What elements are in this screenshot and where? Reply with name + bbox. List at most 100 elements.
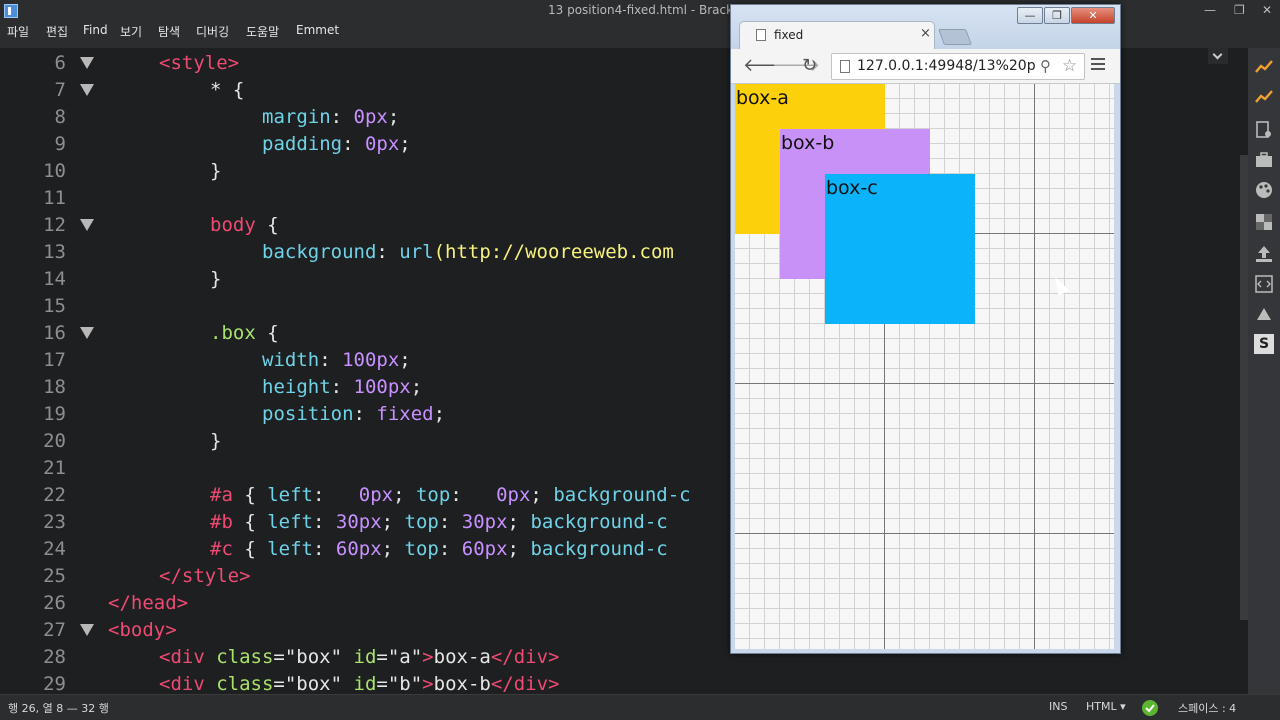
semicolon: ; [387,106,400,128]
css-selector: body [210,214,256,236]
briefcase-icon[interactable] [1254,150,1274,170]
check-circle-icon[interactable] [1142,700,1158,716]
menu-view[interactable]: 보기 [120,23,142,40]
css-property: padding [262,133,343,155]
address-url[interactable]: 127.0.0.1:49948/13%20p [857,58,1037,74]
palette-icon[interactable] [1254,180,1274,200]
equals: = [273,673,285,694]
line-number: 29 [43,673,66,694]
browser-close-button[interactable]: ✕ [1071,7,1115,24]
extension-manager-icon[interactable] [1254,120,1274,140]
tab-close-icon[interactable]: × [920,26,931,41]
css-id-selector: #a [210,484,233,506]
colon: : [438,538,462,560]
tab-title: fixed [774,28,804,42]
zoom-icon[interactable]: ⚲ [1040,57,1051,75]
css-id-selector: #b [210,511,233,533]
code-file-icon[interactable] [1254,274,1274,294]
s-extension-icon[interactable]: S [1254,334,1274,354]
line-number: 26 [43,592,66,614]
attribute-value: "a" [387,646,423,668]
checker-icon[interactable] [1254,212,1274,232]
fold-arrow-icon[interactable] [80,57,94,69]
css-property: background [262,241,377,263]
css-value: 30px [335,511,382,533]
hamburger-menu-icon[interactable] [1091,58,1105,72]
cursor-position: 행 26, 열 8 — 32 행 [8,702,109,715]
equals: = [376,646,388,668]
css-property: width [262,349,320,371]
open-brace: { [221,79,245,101]
browser-maximize-button[interactable]: ❐ [1044,7,1070,24]
equals: = [376,673,388,694]
close-button[interactable]: ✕ [1262,3,1272,17]
browser-tab[interactable]: fixed × [739,21,935,49]
menu-edit[interactable]: 편집 [46,23,68,40]
semicolon: ; [507,511,519,533]
css-property: top [415,484,451,506]
editor-scrollbar[interactable] [1240,155,1248,620]
menu-navigate[interactable]: 탐색 [158,23,180,40]
semicolon: ; [381,511,394,533]
css-property: height [262,376,331,398]
colon: : [450,484,474,506]
style-close-tag: </style> [159,565,251,587]
line-number: 22 [43,484,66,506]
colon: : [312,538,336,560]
page-viewport[interactable]: box-a box-b box-c [735,84,1114,649]
close-brace: } [210,268,222,290]
fold-arrow-icon[interactable] [80,219,94,231]
menu-file[interactable]: 파일 [7,23,29,40]
reload-icon[interactable]: ↻ [802,55,817,76]
css-value: 0px [335,484,394,506]
line-number: 16 [43,322,66,344]
box-c: box-c [825,174,975,324]
css-value: 100px [353,376,411,398]
line-number: 6 [54,52,66,74]
minimize-button[interactable]: — [1204,3,1216,17]
css-value: 60px [461,538,508,560]
page-icon [840,60,850,73]
css-property: position [262,403,354,425]
line-number: 18 [43,376,66,398]
live-preview-icon[interactable] [1254,58,1274,78]
css-property: background-c [553,484,691,506]
fold-arrow-icon[interactable] [80,624,94,636]
git-icon[interactable] [1254,304,1274,324]
new-tab-button[interactable] [938,29,972,45]
css-property: top [404,511,439,533]
fold-arrow-icon[interactable] [80,327,94,339]
browser-window: fixed × — ❐ ✕ 🡐 🡒 ↻ 127.0.0.1:49948/13%2… [730,4,1121,654]
restore-button[interactable]: ❐ [1234,3,1245,17]
close-brace: } [210,160,222,182]
right-toolbar: S [1248,48,1280,694]
semicolon: ; [381,538,394,560]
menu-debug[interactable]: 디버깅 [196,23,229,40]
fold-arrow-icon[interactable] [80,84,94,96]
open-brace: { [255,214,279,236]
html-attribute: class [204,646,274,668]
css-property: background-c [530,538,668,560]
bookmark-star-icon[interactable]: ☆ [1062,56,1077,76]
insert-mode-toggle[interactable]: INS [1049,700,1067,713]
colon: : [376,241,400,263]
line-number: 24 [43,538,66,560]
upload-icon[interactable] [1254,244,1274,264]
collapse-chevron-icon[interactable] [1208,48,1228,64]
address-bar[interactable]: 127.0.0.1:49948/13%20p ⚲ ☆ [831,53,1085,80]
indent-settings[interactable]: 스페이스 : 4 [1178,700,1236,716]
line-number: 23 [43,511,66,533]
open-brace: { [232,484,268,506]
menu-find[interactable]: Find [83,23,108,37]
colon: : [330,106,354,128]
live-preview-icon[interactable] [1254,88,1274,108]
line-number: 28 [43,646,66,668]
css-function: url [399,241,434,263]
menu-emmet[interactable]: Emmet [296,23,339,37]
browser-minimize-button[interactable]: — [1017,7,1043,24]
language-select[interactable]: HTML ▾ [1086,700,1126,713]
menu-help[interactable]: 도움말 [246,23,279,40]
open-brace: { [232,538,268,560]
css-value: 0px [364,133,400,155]
div-open-tag: <div [159,673,205,694]
